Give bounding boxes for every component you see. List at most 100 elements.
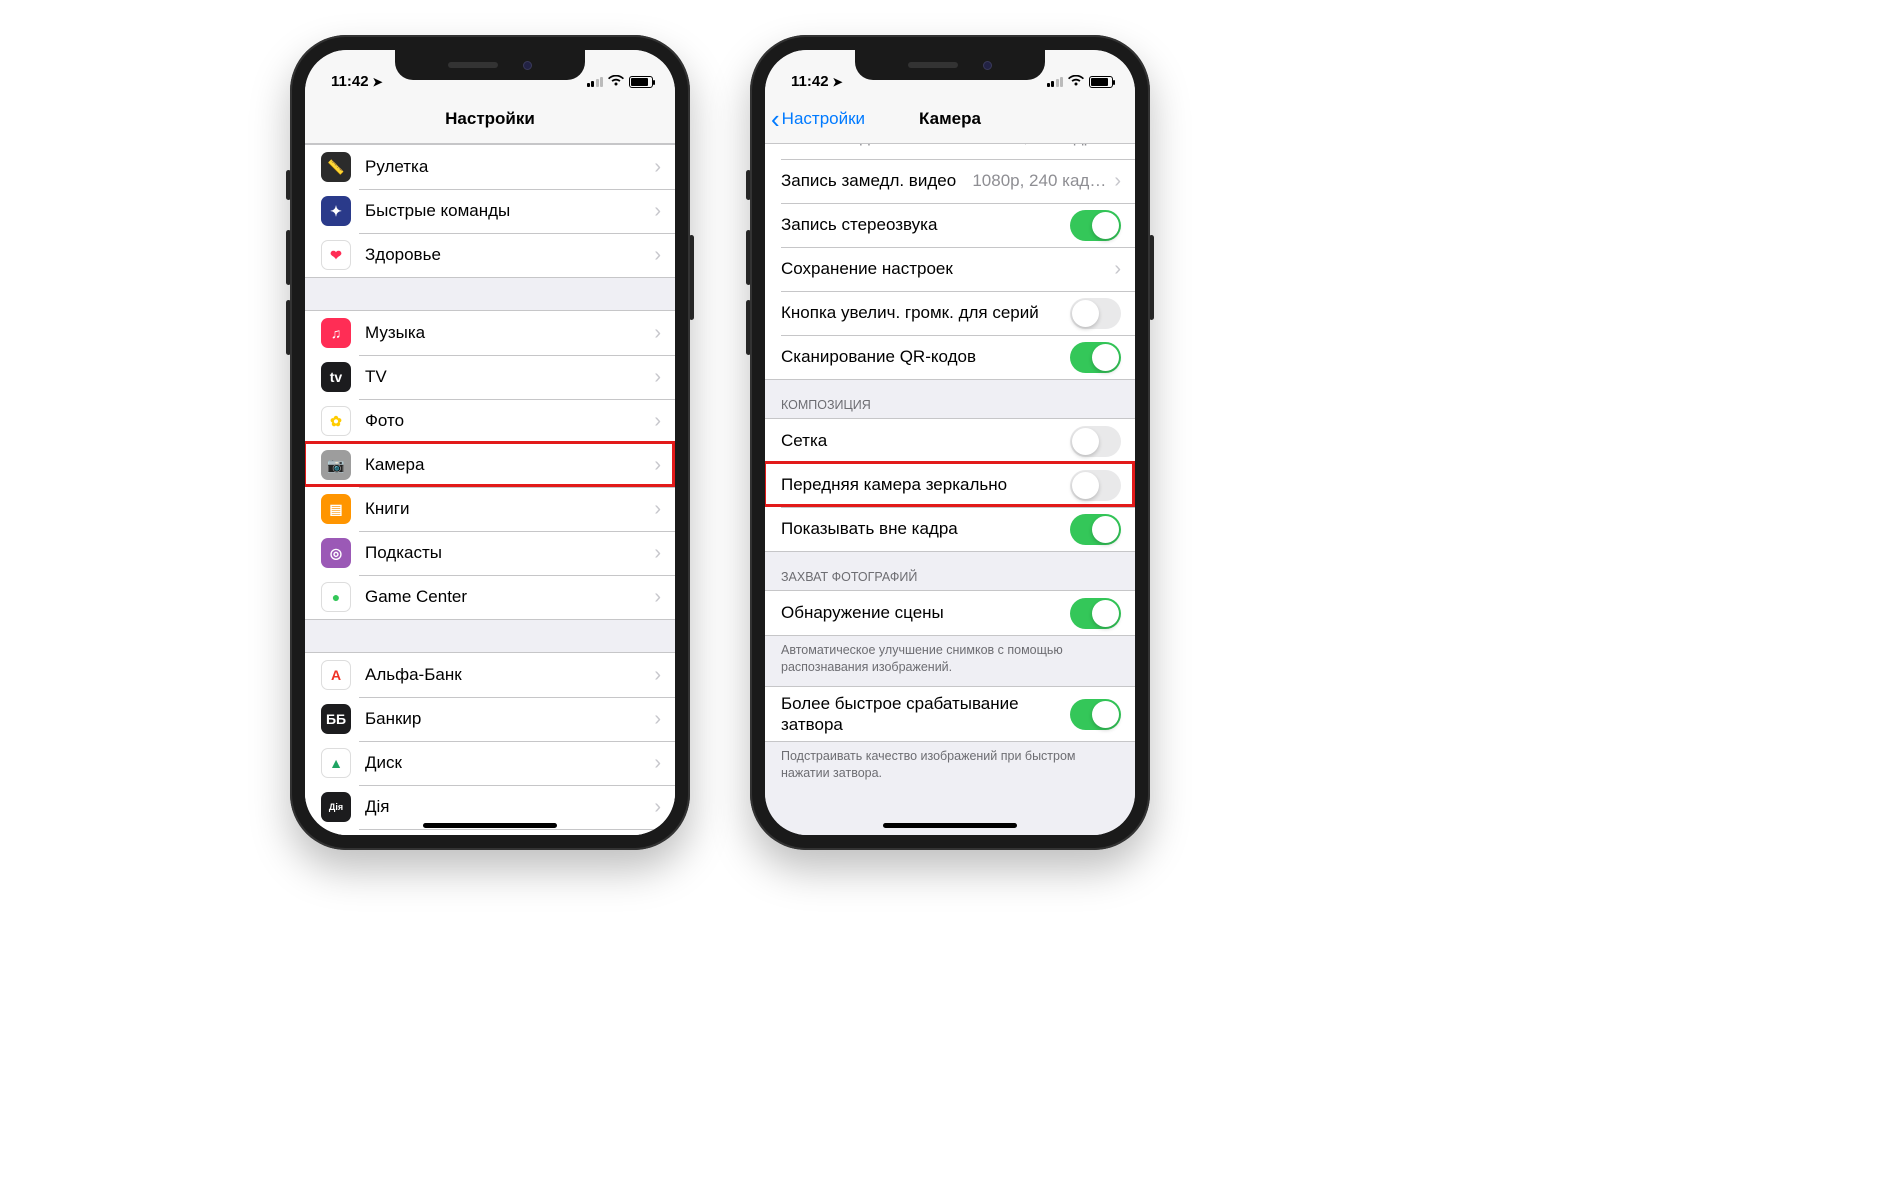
settings-row-disk-app[interactable]: ▲ Диск›: [305, 741, 675, 785]
alfabank-app-icon: А: [321, 660, 351, 690]
chevron-right-icon: ›: [654, 708, 661, 731]
row-label: Подкасты: [365, 542, 654, 563]
battery-icon: [629, 76, 653, 88]
nav-bar: ‹ Настройки Камера: [765, 94, 1135, 144]
cell-signal-icon: [1047, 77, 1064, 87]
podcasts-app-icon: ◎: [321, 538, 351, 568]
chevron-right-icon: ›: [654, 410, 661, 433]
row-label: TV: [365, 366, 654, 387]
back-button[interactable]: ‹ Настройки: [771, 94, 865, 143]
row-label: Сетка: [781, 430, 1070, 451]
ruler-app-icon: 📏: [321, 152, 351, 182]
row-preserve-settings[interactable]: Сохранение настроек ›: [765, 247, 1135, 291]
front-camera-dot: [983, 61, 992, 70]
settings-row-photos-app[interactable]: ✿Фото›: [305, 399, 675, 443]
row-label: Запись стереозвука: [781, 214, 1070, 235]
status-time: 11:42: [791, 73, 829, 90]
toggle-qr-scan[interactable]: [1070, 342, 1121, 373]
chevron-right-icon: ›: [1114, 144, 1121, 149]
row-video-record[interactable]: Запись видео 4K, 30 кадр/с ›: [765, 144, 1135, 159]
row-value: 1080p, 240 кад…: [972, 171, 1106, 191]
row-label: Музыка: [365, 322, 654, 343]
settings-row-docs-app[interactable]: ≡Документы›: [305, 829, 675, 835]
chevron-right-icon: ›: [654, 454, 661, 477]
row-grid: Сетка: [765, 419, 1135, 463]
notch: [855, 50, 1045, 80]
settings-row-books-app[interactable]: ▤ Книги›: [305, 487, 675, 531]
disk-app-icon: ▲: [321, 748, 351, 778]
row-label: Рулетка: [365, 156, 654, 177]
toggle-outside-frame[interactable]: [1070, 514, 1121, 545]
row-label: Сохранение настроек: [781, 258, 1114, 279]
row-label: Обнаружение сцены: [781, 602, 1070, 623]
settings-row-ruler-app[interactable]: 📏 Рулетка›: [305, 145, 675, 189]
back-label: Настройки: [782, 109, 865, 129]
chevron-right-icon: ›: [654, 322, 661, 345]
toggle-mirror-front-camera[interactable]: [1070, 470, 1121, 501]
chevron-right-icon: ›: [654, 752, 661, 775]
shortcuts-app-icon: ✦: [321, 196, 351, 226]
settings-row-alfabank-app[interactable]: А Альфа-Банк›: [305, 653, 675, 697]
status-time: 11:42: [331, 73, 369, 90]
chevron-left-icon: ‹: [771, 106, 780, 132]
home-indicator[interactable]: [883, 823, 1017, 828]
row-label: Запись видео: [781, 144, 1003, 148]
home-indicator[interactable]: [423, 823, 557, 828]
chevron-right-icon: ›: [1114, 258, 1121, 281]
settings-row-health-app[interactable]: ❤Здоровье›: [305, 233, 675, 277]
location-arrow-icon: ➤: [373, 75, 383, 89]
page-title: Камера: [919, 109, 981, 129]
phone-left: 11:42 ➤ Настройки 📏Рулетка›✦Быстрые кома: [290, 35, 690, 850]
page-title: Настройки: [445, 109, 535, 129]
section-footer-scene-detect: Автоматическое улучшение снимков с помощ…: [765, 636, 1135, 686]
books-app-icon: ▤: [321, 494, 351, 524]
chevron-right-icon: ›: [654, 366, 661, 389]
bankir-app-icon: ББ: [321, 704, 351, 734]
nav-bar: Настройки: [305, 94, 675, 144]
health-app-icon: ❤: [321, 240, 351, 270]
row-outside-frame: Показывать вне кадра: [765, 507, 1135, 551]
row-label: Книги: [365, 498, 654, 519]
row-label: Запись замедл. видео: [781, 170, 972, 191]
toggle-stereo-audio[interactable]: [1070, 210, 1121, 241]
wifi-icon: [1068, 74, 1084, 90]
photos-app-icon: ✿: [321, 406, 351, 436]
chevron-right-icon: ›: [654, 664, 661, 687]
row-volume-burst: Кнопка увелич. громк. для серий: [765, 291, 1135, 335]
toggle-fast-shutter[interactable]: [1070, 699, 1121, 730]
settings-row-gamecenter-app[interactable]: ●Game Center›: [305, 575, 675, 619]
chevron-right-icon: ›: [654, 796, 661, 819]
settings-row-camera-app[interactable]: 📷Камера›: [305, 443, 675, 487]
speaker-grille: [448, 62, 498, 68]
settings-row-shortcuts-app[interactable]: ✦Быстрые команды›: [305, 189, 675, 233]
row-value: 4K, 30 кадр/с: [1003, 144, 1107, 147]
row-label: Альфа-Банк: [365, 664, 654, 685]
settings-row-podcasts-app[interactable]: ◎Подкасты›: [305, 531, 675, 575]
section-header-composition: КОМПОЗИЦИЯ: [765, 380, 1135, 418]
row-label: Быстрые команды: [365, 200, 654, 221]
row-slowmo-record[interactable]: Запись замедл. видео 1080p, 240 кад… ›: [765, 159, 1135, 203]
notch: [395, 50, 585, 80]
phone-right: 11:42 ➤ ‹ Настройки: [750, 35, 1150, 850]
chevron-right-icon: ›: [1114, 170, 1121, 193]
row-label: Здоровье: [365, 244, 654, 265]
row-label: Более быстрое срабатывание затвора: [781, 693, 1070, 736]
settings-row-bankir-app[interactable]: БББанкир›: [305, 697, 675, 741]
settings-row-tv-app[interactable]: tvTV›: [305, 355, 675, 399]
row-label: Показывать вне кадра: [781, 518, 1070, 539]
front-camera-dot: [523, 61, 532, 70]
toggle-scene-detect[interactable]: [1070, 598, 1121, 629]
gamecenter-app-icon: ●: [321, 582, 351, 612]
settings-row-music-app[interactable]: ♫Музыка›: [305, 311, 675, 355]
row-fast-shutter: Более быстрое срабатывание затвора: [765, 687, 1135, 742]
row-mirror-front-camera: Передняя камера зеркально: [765, 463, 1135, 507]
chevron-right-icon: ›: [654, 156, 661, 179]
row-label: Диск: [365, 752, 654, 773]
row-label: Передняя камера зеркально: [781, 474, 1070, 495]
speaker-grille: [908, 62, 958, 68]
chevron-right-icon: ›: [654, 498, 661, 521]
section-footer-fast-shutter: Подстраивать качество изображений при бы…: [765, 742, 1135, 792]
toggle-grid[interactable]: [1070, 426, 1121, 457]
cell-signal-icon: [587, 77, 604, 87]
toggle-volume-burst[interactable]: [1070, 298, 1121, 329]
